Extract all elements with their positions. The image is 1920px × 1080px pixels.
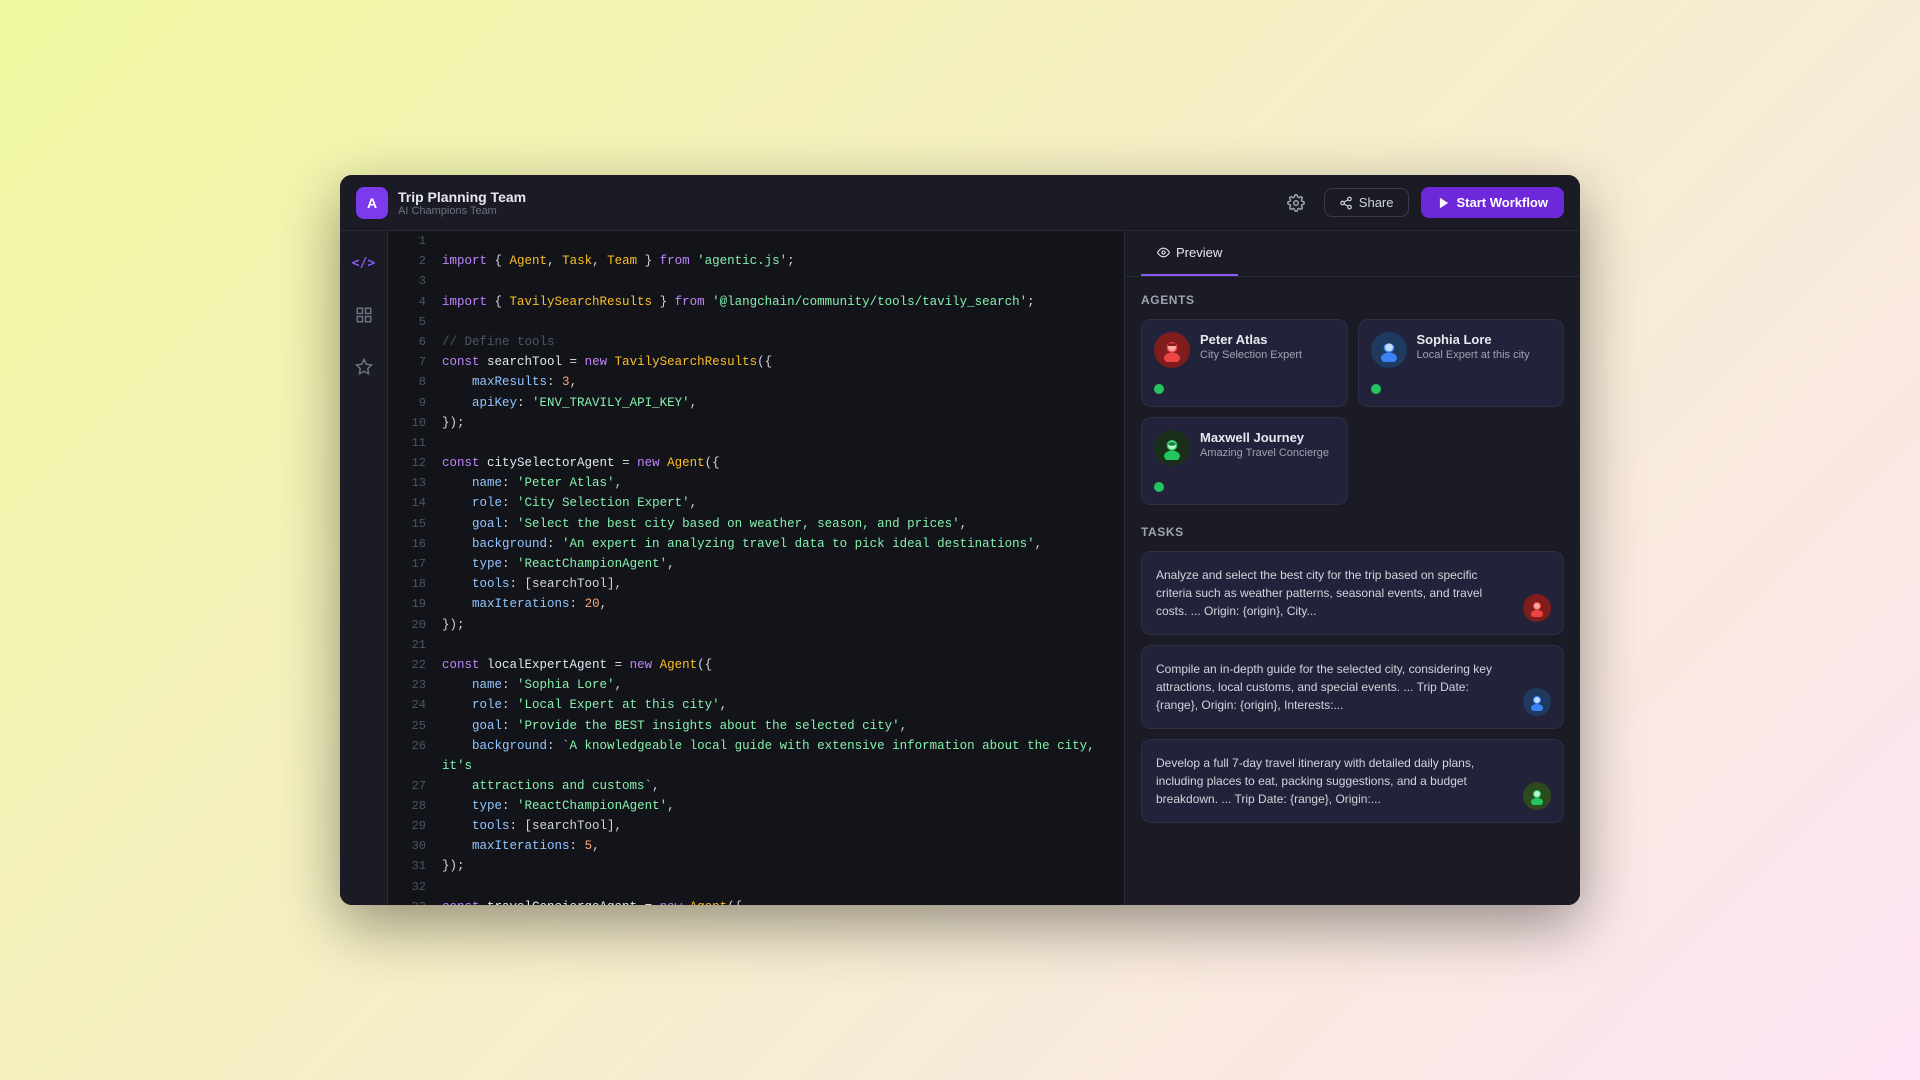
agents-section-title: Agents [1141, 293, 1564, 307]
code-line: 10}); [388, 413, 1124, 433]
agent-info-sophia: Sophia Lore Local Expert at this city [1417, 332, 1530, 361]
main-content: </> 1 2import { Agent, Task, Team } from… [340, 231, 1580, 905]
agent-role-peter: City Selection Expert [1200, 349, 1302, 361]
tab-preview[interactable]: Preview [1141, 231, 1238, 276]
app-logo: A [356, 187, 388, 219]
agent-name-peter: Peter Atlas [1200, 332, 1302, 347]
code-line: 7const searchTool = new TavilySearchResu… [388, 352, 1124, 372]
right-panel: Preview Agents [1124, 231, 1580, 905]
code-line: 29 tools: [searchTool], [388, 816, 1124, 836]
code-line: 12const citySelectorAgent = new Agent({ [388, 453, 1124, 473]
code-line: 16 background: 'An expert in analyzing t… [388, 534, 1124, 554]
code-line: 23 name: 'Sophia Lore', [388, 675, 1124, 695]
code-line: 6// Define tools [388, 332, 1124, 352]
agent-info-maxwell: Maxwell Journey Amazing Travel Concierge [1200, 430, 1329, 459]
agent-card-top: Peter Atlas City Selection Expert [1154, 332, 1335, 368]
agent-card-peter[interactable]: Peter Atlas City Selection Expert [1141, 319, 1348, 407]
code-line: 11 [388, 433, 1124, 453]
code-line: 18 tools: [searchTool], [388, 574, 1124, 594]
task-card-1[interactable]: Analyze and select the best city for the… [1141, 551, 1564, 635]
task-avatar-maxwell-3 [1523, 782, 1551, 810]
agent-status-sophia [1371, 384, 1381, 394]
code-line: 26 background: `A knowledgeable local gu… [388, 736, 1124, 776]
code-line: 17 type: 'ReactChampionAgent', [388, 554, 1124, 574]
agent-avatar-maxwell [1154, 430, 1190, 466]
agents-grid: Peter Atlas City Selection Expert [1141, 319, 1564, 505]
sidebar-icon-code[interactable]: </> [348, 247, 380, 279]
tasks-section-title: Tasks [1141, 525, 1564, 539]
code-line: 9 apiKey: 'ENV_TRAVILY_API_KEY', [388, 393, 1124, 413]
code-line: 31}); [388, 856, 1124, 876]
code-line: 4import { TavilySearchResults } from '@l… [388, 292, 1124, 312]
settings-button[interactable] [1280, 187, 1312, 219]
code-line: 33const travelConciergeAgent = new Agent… [388, 897, 1124, 905]
agent-status-maxwell [1154, 482, 1164, 492]
code-line: 13 name: 'Peter Atlas', [388, 473, 1124, 493]
code-line: 28 type: 'ReactChampionAgent', [388, 796, 1124, 816]
agent-status-peter [1154, 384, 1164, 394]
panel-tabs: Preview [1125, 231, 1580, 277]
agent-card-maxwell[interactable]: Maxwell Journey Amazing Travel Concierge [1141, 417, 1348, 505]
agent-card-sophia[interactable]: Sophia Lore Local Expert at this city [1358, 319, 1565, 407]
code-line: 21 [388, 635, 1124, 655]
code-line: 15 goal: 'Select the best city based on … [388, 514, 1124, 534]
code-editor: 1 2import { Agent, Task, Team } from 'ag… [388, 231, 1124, 905]
code-line: 30 maxIterations: 5, [388, 836, 1124, 856]
agent-role-maxwell: Amazing Travel Concierge [1200, 447, 1329, 459]
task-avatar-sophia-2 [1523, 688, 1551, 716]
tasks-section: Analyze and select the best city for the… [1141, 551, 1564, 823]
task-card-2[interactable]: Compile an in-depth guide for the select… [1141, 645, 1564, 729]
agent-avatar-sophia [1371, 332, 1407, 368]
app-title: Trip Planning Team [398, 189, 526, 205]
sidebar-icons: </> [340, 231, 388, 905]
task-text-2: Compile an in-depth guide for the select… [1156, 660, 1549, 714]
agent-card-top-sophia: Sophia Lore Local Expert at this city [1371, 332, 1552, 368]
code-line: 2import { Agent, Task, Team } from 'agen… [388, 251, 1124, 271]
code-line: 27 attractions and customs`, [388, 776, 1124, 796]
code-line: 1 [388, 231, 1124, 251]
app-subtitle: AI Champions Team [398, 205, 526, 217]
sidebar-icon-magic[interactable] [348, 351, 380, 383]
agent-card-top-maxwell: Maxwell Journey Amazing Travel Concierge [1154, 430, 1335, 466]
task-avatar-peter [1523, 594, 1551, 622]
sidebar-icon-grid[interactable] [348, 299, 380, 331]
start-workflow-button[interactable]: Start Workflow [1421, 187, 1565, 218]
code-line: 32 [388, 877, 1124, 897]
task-text-1: Analyze and select the best city for the… [1156, 566, 1549, 620]
code-line: 3 [388, 271, 1124, 291]
code-line: 19 maxIterations: 20, [388, 594, 1124, 614]
header-title-group: Trip Planning Team AI Champions Team [398, 189, 526, 217]
agent-name-sophia: Sophia Lore [1417, 332, 1530, 347]
code-line: 8 maxResults: 3, [388, 372, 1124, 392]
share-button[interactable]: Share [1324, 188, 1409, 217]
agent-name-maxwell: Maxwell Journey [1200, 430, 1329, 445]
header-left: A Trip Planning Team AI Champions Team [356, 187, 526, 219]
code-line: 25 goal: 'Provide the BEST insights abou… [388, 716, 1124, 736]
agent-role-sophia: Local Expert at this city [1417, 349, 1530, 361]
code-line: 24 role: 'Local Expert at this city', [388, 695, 1124, 715]
code-line: 5 [388, 312, 1124, 332]
panel-content: Agents [1125, 277, 1580, 849]
code-line: 14 role: 'City Selection Expert', [388, 493, 1124, 513]
agent-info-peter: Peter Atlas City Selection Expert [1200, 332, 1302, 361]
code-line: 20}); [388, 615, 1124, 635]
task-text-3: Develop a full 7-day travel itinerary wi… [1156, 754, 1549, 808]
header: A Trip Planning Team AI Champions Team S… [340, 175, 1580, 231]
header-right: Share Start Workflow [1280, 187, 1564, 219]
app-window: A Trip Planning Team AI Champions Team S… [340, 175, 1580, 905]
code-line: 22const localExpertAgent = new Agent({ [388, 655, 1124, 675]
task-card-3[interactable]: Develop a full 7-day travel itinerary wi… [1141, 739, 1564, 823]
agent-avatar-peter [1154, 332, 1190, 368]
